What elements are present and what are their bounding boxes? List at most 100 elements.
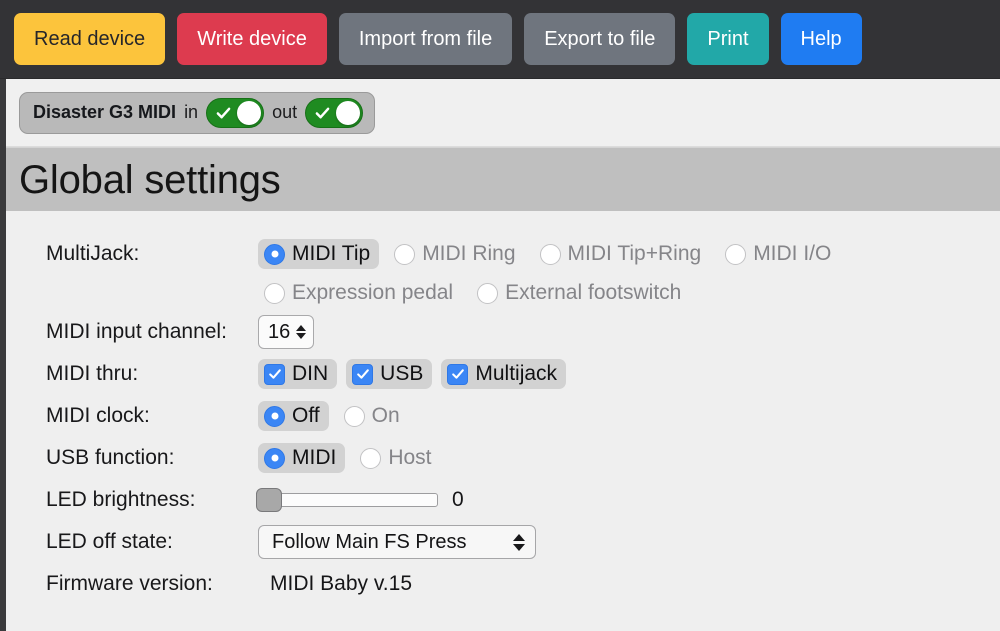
radio-label: MIDI Ring	[422, 242, 515, 266]
checkbox-option-multijack[interactable]: Multijack	[441, 359, 566, 389]
midi-clock-options: Off On	[258, 401, 418, 431]
midi-out-label: out	[272, 102, 297, 123]
midi-input-channel-label: MIDI input channel:	[46, 320, 258, 344]
checkbox-indicator	[447, 364, 468, 385]
radio-label: Off	[292, 404, 320, 428]
device-name-label: Disaster G3 MIDI	[33, 102, 176, 123]
row-led-brightness: LED brightness: 0	[0, 479, 1000, 521]
select-value: Follow Main FS Press	[272, 531, 467, 554]
led-off-state-select[interactable]: Follow Main FS Press	[258, 525, 536, 559]
radio-indicator	[344, 406, 365, 427]
page-title: Global settings	[19, 160, 281, 200]
radio-option-usb-midi[interactable]: MIDI	[258, 443, 345, 473]
midi-clock-label: MIDI clock:	[46, 404, 258, 428]
radio-label: On	[372, 404, 400, 428]
midi-thru-options: DIN USB Multijack	[258, 359, 575, 389]
multijack-options-row2: Expression pedal External footswitch	[0, 275, 1000, 311]
midi-in-label: in	[184, 102, 198, 123]
usb-function-options: MIDI Host	[258, 443, 450, 473]
led-off-state-control: Follow Main FS Press	[258, 525, 536, 559]
check-icon	[216, 105, 231, 120]
radio-option-external-footswitch[interactable]: External footswitch	[471, 278, 690, 308]
radio-option-midi-tip-ring[interactable]: MIDI Tip+Ring	[534, 239, 711, 269]
multijack-label: MultiJack:	[46, 242, 258, 266]
firmware-version-value: MIDI Baby v.15	[258, 572, 412, 596]
led-brightness-control: 0	[258, 488, 464, 512]
select-arrows-icon	[513, 534, 525, 551]
radio-label: External footswitch	[505, 281, 681, 305]
row-firmware-version: Firmware version: MIDI Baby v.15	[0, 563, 1000, 605]
midi-thru-label: MIDI thru:	[46, 362, 258, 386]
radio-option-expression-pedal[interactable]: Expression pedal	[258, 278, 462, 308]
midi-in-toggle[interactable]	[206, 98, 264, 128]
checkbox-label: DIN	[292, 362, 328, 386]
row-led-off-state: LED off state: Follow Main FS Press	[0, 521, 1000, 563]
row-multijack: MultiJack: MIDI Tip MIDI Ring MIDI Tip+R…	[0, 233, 1000, 275]
radio-option-usb-host[interactable]: Host	[354, 443, 440, 473]
section-header: Global settings	[0, 147, 1000, 211]
radio-label: Expression pedal	[292, 281, 453, 305]
export-to-file-button[interactable]: Export to file	[524, 13, 675, 65]
radio-label: MIDI	[292, 446, 336, 470]
app-window: Read device Write device Import from fil…	[0, 0, 1000, 631]
row-midi-thru: MIDI thru: DIN USB	[0, 353, 1000, 395]
led-brightness-value: 0	[452, 488, 464, 512]
stepper-arrows-icon[interactable]	[296, 325, 306, 339]
radio-indicator	[540, 244, 561, 265]
check-icon	[268, 367, 282, 381]
checkbox-label: USB	[380, 362, 423, 386]
top-toolbar: Read device Write device Import from fil…	[0, 0, 1000, 79]
multijack-options-row1: MIDI Tip MIDI Ring MIDI Tip+Ring MIDI I/…	[258, 239, 849, 269]
radio-indicator	[264, 244, 285, 265]
checkbox-indicator	[264, 364, 285, 385]
radio-option-midi-io[interactable]: MIDI I/O	[719, 239, 840, 269]
usb-function-label: USB function:	[46, 446, 258, 470]
row-usb-function: USB function: MIDI Host	[0, 437, 1000, 479]
radio-indicator	[360, 448, 381, 469]
row-midi-input-channel: MIDI input channel: 16	[0, 311, 1000, 353]
chevron-up-icon	[513, 534, 525, 541]
led-brightness-slider[interactable]	[258, 493, 438, 507]
radio-indicator	[394, 244, 415, 265]
radio-option-midi-ring[interactable]: MIDI Ring	[388, 239, 524, 269]
checkbox-option-din[interactable]: DIN	[258, 359, 337, 389]
import-from-file-button[interactable]: Import from file	[339, 13, 512, 65]
chevron-down-icon	[296, 333, 306, 339]
led-off-state-label: LED off state:	[46, 530, 258, 554]
check-icon	[315, 105, 330, 120]
write-device-button[interactable]: Write device	[177, 13, 327, 65]
radio-label: MIDI I/O	[753, 242, 831, 266]
radio-indicator	[264, 448, 285, 469]
check-icon	[356, 367, 370, 381]
row-midi-clock: MIDI clock: Off On	[0, 395, 1000, 437]
chevron-up-icon	[296, 325, 306, 331]
radio-option-midi-tip[interactable]: MIDI Tip	[258, 239, 379, 269]
checkbox-option-usb[interactable]: USB	[346, 359, 432, 389]
led-brightness-slider-wrap: 0	[258, 488, 464, 512]
radio-indicator	[264, 283, 285, 304]
midi-out-toggle[interactable]	[305, 98, 363, 128]
check-icon	[451, 367, 465, 381]
midi-input-channel-control: 16	[258, 315, 314, 349]
help-button[interactable]: Help	[781, 13, 862, 65]
radio-option-clock-on[interactable]: On	[338, 401, 409, 431]
checkbox-label: Multijack	[475, 362, 557, 386]
checkbox-indicator	[352, 364, 373, 385]
read-device-button[interactable]: Read device	[14, 13, 165, 65]
radio-indicator	[725, 244, 746, 265]
device-pill: Disaster G3 MIDI in out	[19, 92, 375, 134]
toggle-knob	[237, 101, 261, 125]
led-brightness-label: LED brightness:	[46, 488, 258, 512]
radio-label: Host	[388, 446, 431, 470]
midi-input-channel-stepper[interactable]: 16	[258, 315, 314, 349]
radio-label: MIDI Tip+Ring	[568, 242, 702, 266]
radio-label: MIDI Tip	[292, 242, 370, 266]
radio-indicator	[477, 283, 498, 304]
chevron-down-icon	[513, 544, 525, 551]
stepper-value: 16	[268, 321, 290, 344]
print-button[interactable]: Print	[687, 13, 768, 65]
slider-thumb[interactable]	[256, 488, 282, 512]
firmware-version-label: Firmware version:	[46, 572, 258, 596]
radio-option-clock-off[interactable]: Off	[258, 401, 329, 431]
radio-indicator	[264, 406, 285, 427]
